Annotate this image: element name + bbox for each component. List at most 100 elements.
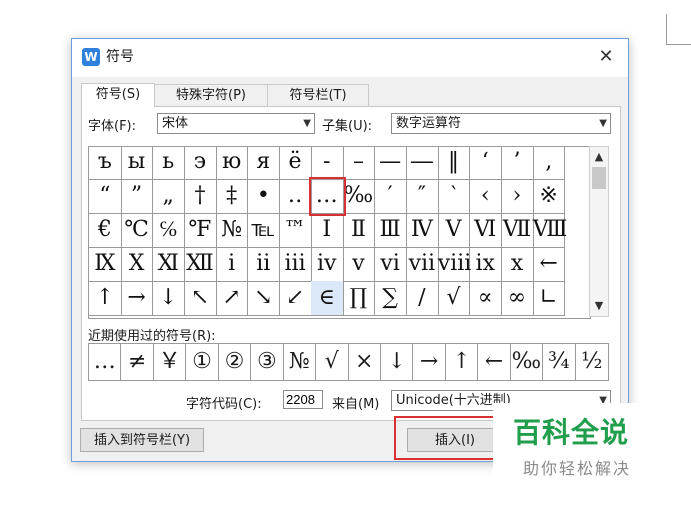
symbol-cell[interactable]: † bbox=[184, 179, 217, 214]
symbol-cell[interactable]: ∞ bbox=[501, 281, 534, 316]
symbol-cell[interactable]: ↗ bbox=[215, 281, 249, 316]
symbol-cell[interactable]: ∝ bbox=[469, 281, 503, 316]
symbol-cell[interactable]: Ⅻ bbox=[184, 247, 217, 282]
symbol-cell[interactable]: … bbox=[310, 179, 344, 214]
symbol-cell[interactable]: Ⅰ bbox=[310, 213, 344, 248]
recent-symbol-cell[interactable]: ￥ bbox=[154, 344, 187, 380]
recent-symbol-cell[interactable]: ② bbox=[219, 344, 252, 380]
insert-to-symbol-bar-button[interactable]: 插入到符号栏(Y) bbox=[80, 428, 204, 452]
tab-symbol-bar[interactable]: 符号栏(T) bbox=[267, 84, 369, 106]
recent-symbol-cell[interactable]: ① bbox=[186, 344, 219, 380]
symbol-cell[interactable]: › bbox=[501, 179, 534, 214]
grid-scrollbar[interactable]: ▲ ▼ bbox=[589, 146, 609, 317]
symbol-cell[interactable]: ‥ bbox=[279, 179, 312, 214]
symbol-cell[interactable]: ∈ bbox=[310, 281, 344, 316]
recent-symbol-cell[interactable]: ↓ bbox=[381, 344, 414, 380]
recent-symbol-cell[interactable]: ‰ bbox=[511, 344, 544, 380]
symbol-cell[interactable]: – bbox=[342, 147, 376, 180]
symbol-cell[interactable]: № bbox=[215, 213, 249, 248]
symbol-cell[interactable]: ⅳ bbox=[310, 247, 344, 282]
symbol-cell[interactable]: ∏ bbox=[342, 281, 376, 316]
symbol-cell[interactable]: Ⅶ bbox=[501, 213, 534, 248]
symbol-cell[interactable]: ⅵ bbox=[374, 247, 407, 282]
symbol-cell[interactable]: ъ bbox=[89, 147, 122, 180]
symbol-cell[interactable]: ⅷ bbox=[437, 247, 471, 282]
chevron-up-icon[interactable]: ▲ bbox=[590, 149, 608, 165]
symbol-cell[interactable]: € bbox=[89, 213, 122, 248]
symbol-cell[interactable]: • bbox=[247, 179, 281, 214]
char-code-input[interactable] bbox=[283, 390, 323, 409]
symbol-cell[interactable]: Ⅺ bbox=[152, 247, 186, 282]
symbol-cell[interactable]: ⅲ bbox=[279, 247, 312, 282]
recent-symbol-cell[interactable]: ¾ bbox=[543, 344, 576, 380]
symbol-cell[interactable]: ← bbox=[532, 247, 566, 282]
symbol-cell[interactable]: я bbox=[247, 147, 281, 180]
tab-special-chars[interactable]: 特殊字符(P) bbox=[153, 84, 269, 106]
chevron-down-icon[interactable]: ▼ bbox=[590, 298, 608, 314]
symbol-cell[interactable]: ∑ bbox=[374, 281, 407, 316]
symbol-cell[interactable]: Ⅱ bbox=[342, 213, 376, 248]
symbol-cell[interactable]: - bbox=[310, 147, 344, 180]
symbol-cell[interactable]: √ bbox=[437, 281, 471, 316]
symbol-cell[interactable]: ↑ bbox=[89, 281, 122, 316]
symbol-cell[interactable]: ※ bbox=[532, 179, 566, 214]
recent-symbol-cell[interactable]: × bbox=[349, 344, 381, 380]
symbol-cell[interactable]: Ⅴ bbox=[437, 213, 471, 248]
symbol-cell[interactable]: ‡ bbox=[215, 179, 249, 214]
symbol-cell[interactable]: ↓ bbox=[152, 281, 186, 316]
symbol-cell[interactable]: Ⅳ bbox=[406, 213, 439, 248]
recent-symbol-cell[interactable]: → bbox=[413, 344, 446, 380]
symbol-cell[interactable]: ы bbox=[120, 147, 154, 180]
symbol-cell[interactable]: Ⅹ bbox=[120, 247, 154, 282]
symbol-cell[interactable]: ’ bbox=[501, 147, 534, 180]
symbol-cell[interactable]: ‚ bbox=[532, 147, 566, 180]
symbol-cell[interactable]: ‰ bbox=[342, 179, 376, 214]
scroll-thumb[interactable] bbox=[592, 167, 606, 189]
symbol-cell[interactable]: ↖ bbox=[184, 281, 217, 316]
tab-symbols[interactable]: 符号(S) bbox=[81, 83, 155, 107]
recent-symbol-cell[interactable]: № bbox=[284, 344, 317, 380]
symbol-cell[interactable]: э bbox=[184, 147, 217, 180]
symbol-cell[interactable]: ⅱ bbox=[247, 247, 281, 282]
recent-symbol-cell[interactable]: √ bbox=[316, 344, 349, 380]
close-icon[interactable]: ✕ bbox=[594, 45, 618, 69]
symbol-cell[interactable]: Ⅵ bbox=[469, 213, 503, 248]
font-select[interactable]: 宋体 ▼ bbox=[157, 113, 315, 134]
symbol-cell[interactable]: ↘ bbox=[247, 281, 281, 316]
recent-symbol-cell[interactable]: ③ bbox=[251, 344, 284, 380]
symbol-cell[interactable]: ⅴ bbox=[342, 247, 376, 282]
symbol-cell[interactable]: “ bbox=[89, 179, 122, 214]
recent-symbol-cell[interactable]: ½ bbox=[576, 344, 608, 380]
symbol-cell[interactable]: ℡ bbox=[247, 213, 281, 248]
symbol-cell[interactable]: ― bbox=[406, 147, 439, 180]
symbol-cell[interactable]: ” bbox=[120, 179, 154, 214]
symbol-cell[interactable]: ↙ bbox=[279, 281, 312, 316]
symbol-cell[interactable]: → bbox=[120, 281, 154, 316]
symbol-cell[interactable]: ‹ bbox=[469, 179, 503, 214]
insert-button[interactable]: 插入(I) bbox=[407, 428, 503, 452]
symbol-cell[interactable]: ″ bbox=[406, 179, 439, 214]
recent-symbol-cell[interactable]: ← bbox=[478, 344, 511, 380]
symbol-cell[interactable]: „ bbox=[152, 179, 186, 214]
symbol-cell[interactable]: ∕ bbox=[406, 281, 439, 316]
symbol-cell[interactable]: Ⅷ bbox=[532, 213, 567, 248]
symbol-cell[interactable]: Ⅲ bbox=[374, 213, 407, 248]
symbol-cell[interactable]: ⅹ bbox=[501, 247, 534, 282]
symbol-cell[interactable]: ь bbox=[152, 147, 186, 180]
symbol-cell[interactable]: ′ bbox=[374, 179, 407, 214]
symbol-cell[interactable]: ‘ bbox=[469, 147, 503, 180]
symbol-cell[interactable]: ‖ bbox=[437, 147, 471, 180]
recent-symbol-cell[interactable]: … bbox=[89, 344, 122, 380]
symbol-cell[interactable]: ™ bbox=[279, 213, 312, 248]
symbol-cell[interactable]: Ⅸ bbox=[89, 247, 122, 282]
symbol-cell[interactable]: ⅰ bbox=[215, 247, 249, 282]
symbol-cell[interactable]: ‵ bbox=[437, 179, 471, 214]
symbol-cell[interactable]: — bbox=[374, 147, 407, 180]
symbol-cell[interactable]: ℉ bbox=[184, 213, 217, 248]
subset-select[interactable]: 数字运算符 ▼ bbox=[391, 113, 611, 134]
recent-symbol-cell[interactable]: ≠ bbox=[121, 344, 154, 380]
symbol-cell[interactable]: ∟ bbox=[532, 281, 566, 316]
symbol-cell[interactable]: ⅶ bbox=[406, 247, 439, 282]
recent-symbol-cell[interactable]: ↑ bbox=[446, 344, 479, 380]
symbol-cell[interactable]: ⅸ bbox=[469, 247, 503, 282]
